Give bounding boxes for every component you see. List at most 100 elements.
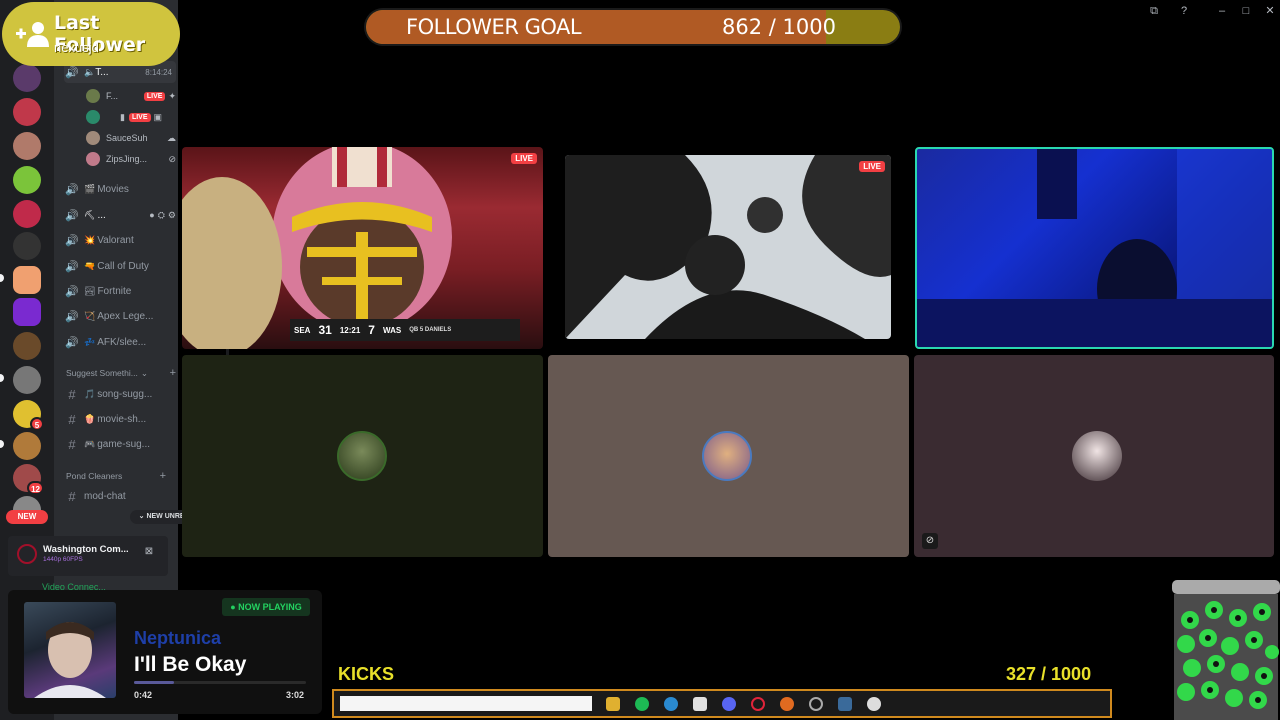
- firefox-icon[interactable]: [780, 697, 794, 711]
- voice-member[interactable]: SauceSuh ☁: [86, 128, 176, 148]
- help-icon[interactable]: ?: [1176, 4, 1192, 18]
- song-progress-fill: [134, 681, 174, 684]
- plus-icon[interactable]: +: [170, 367, 176, 379]
- status-icon: ☁: [167, 132, 176, 143]
- taskbar-search[interactable]: [340, 696, 592, 711]
- channel-label: Movies: [97, 183, 129, 195]
- discord-icon[interactable]: [722, 697, 736, 711]
- server-icon[interactable]: 5: [13, 400, 44, 431]
- voice-connected-panel: Washington Com... 1440p 60FPS ⊠: [8, 536, 168, 576]
- avatar-tile[interactable]: ⊘: [914, 355, 1274, 557]
- category-header[interactable]: Suggest Somethi... ⌄ +: [66, 365, 176, 381]
- channel-emoji: 🔈: [84, 66, 96, 77]
- category-header[interactable]: Pond Cleaners +: [66, 468, 176, 484]
- stream-tile-trees[interactable]: LIVE: [565, 155, 891, 339]
- voice-member[interactable]: ZipsJing... ⊘: [86, 149, 176, 169]
- channel-label: AFK/slee...: [97, 336, 147, 348]
- voice-channel[interactable]: 🔊 🎬 Movies: [64, 178, 176, 200]
- obs-icon[interactable]: [693, 697, 707, 711]
- unread-indicator: [0, 374, 4, 382]
- hash-icon: #: [68, 386, 76, 402]
- text-channel[interactable]: # 🎵 song-sugg...: [64, 383, 176, 405]
- server-icon[interactable]: [13, 298, 41, 326]
- spotify-icon[interactable]: [635, 697, 649, 711]
- voice-channel[interactable]: 🔊 🏹 Apex Lege...: [64, 305, 176, 327]
- server-icon[interactable]: [13, 432, 41, 460]
- server-icon[interactable]: [13, 332, 41, 360]
- channel-label: Fortnite: [97, 285, 132, 297]
- hash-icon: #: [68, 488, 76, 504]
- channel-label: Call of Duty: [97, 260, 149, 272]
- server-icon[interactable]: [13, 166, 41, 194]
- minimize-button[interactable]: –: [1214, 4, 1230, 18]
- channel-emoji: 🎵: [84, 388, 96, 399]
- app-icon[interactable]: [809, 697, 823, 711]
- avatar-tile[interactable]: [182, 355, 543, 557]
- camera-tile[interactable]: [915, 147, 1274, 349]
- unread-indicator: [0, 440, 4, 448]
- unread-badge: 12: [27, 481, 44, 495]
- opera-icon[interactable]: [751, 697, 765, 711]
- screen-share-icon[interactable]: ⧉: [1146, 4, 1162, 18]
- category-label: Suggest Somethi...: [66, 368, 138, 378]
- plus-icon[interactable]: +: [160, 470, 166, 482]
- text-channel[interactable]: # mod-chat: [64, 485, 176, 507]
- channel-label: movie-sh...: [97, 413, 147, 425]
- player-stats: QB 5 DANIELS: [409, 327, 452, 333]
- live-badge: LIVE: [859, 161, 885, 172]
- edge-icon[interactable]: [664, 697, 678, 711]
- avatar: [86, 152, 100, 166]
- add-user-icon: [16, 22, 49, 47]
- invite-icon[interactable]: ⛭: [158, 210, 165, 221]
- channel-label: ...: [97, 209, 106, 221]
- voice-channel[interactable]: 🔊 🏞 Fortnite: [64, 280, 176, 302]
- server-icon[interactable]: [13, 232, 41, 260]
- status-icon: ✦: [168, 90, 176, 101]
- server-icon[interactable]: [13, 132, 41, 160]
- call-timer: 8:14:24: [145, 67, 172, 77]
- voice-member[interactable]: F... LIVE ✦: [86, 86, 176, 106]
- avatar: [86, 131, 100, 145]
- stream-tile-football[interactable]: LIVE SEA 31 12:21 7 WAS QB 5 DANIELS: [182, 147, 543, 349]
- avatar: [337, 431, 387, 481]
- text-channel[interactable]: # 🍿 movie-sh...: [64, 408, 176, 430]
- camera-icon: ▮: [120, 111, 125, 122]
- voice-member[interactable]: ▮ LIVE ▣: [86, 107, 176, 127]
- live-badge: LIVE: [128, 112, 151, 122]
- voice-channel[interactable]: 🔊 💥 Valorant: [64, 229, 176, 251]
- unread-indicator: [0, 274, 4, 282]
- server-icon[interactable]: [13, 366, 41, 394]
- score2: 7: [368, 323, 375, 337]
- voice-channel[interactable]: 🔊 🔫 Call of Duty: [64, 255, 176, 277]
- server-icon[interactable]: [13, 64, 41, 92]
- now-playing-widget: ● NOW PLAYING Neptunica I'll Be Okay 0:4…: [8, 590, 322, 714]
- live-badge: LIVE: [143, 91, 166, 101]
- last-follower-name: nexusjd: [54, 40, 99, 55]
- muted-icon: ⊘: [168, 153, 176, 164]
- server-icon[interactable]: 12: [13, 464, 44, 495]
- close-stream-icon[interactable]: ⊠: [142, 546, 156, 558]
- follower-goal-bar: FOLLOWER GOAL 862 / 1000: [364, 8, 902, 46]
- new-pill[interactable]: NEW: [6, 510, 48, 524]
- server-icon[interactable]: [13, 200, 41, 228]
- channel-emoji: 🏹: [84, 310, 96, 321]
- channel-emoji: 🎬: [84, 183, 96, 194]
- camera-video: [917, 149, 1272, 347]
- server-icon[interactable]: [13, 98, 41, 126]
- speaker-icon: 🔊: [65, 183, 79, 196]
- text-channel[interactable]: # 🎮 game-sug...: [64, 433, 176, 455]
- avatar-tile[interactable]: [548, 355, 909, 557]
- avatar: [702, 431, 752, 481]
- close-button[interactable]: ✕: [1262, 4, 1278, 18]
- voice-channel[interactable]: 🔊 ⛏ ... ● ⛭ ⚙: [64, 204, 176, 226]
- voice-channel[interactable]: 🔊 💤 AFK/slee...: [64, 331, 176, 353]
- chat-icon[interactable]: ●: [149, 210, 154, 220]
- channel-emoji: 💥: [84, 234, 96, 245]
- server-icon[interactable]: [13, 266, 41, 294]
- file-explorer-icon[interactable]: [606, 697, 620, 711]
- steam-icon[interactable]: [838, 697, 852, 711]
- gear-icon[interactable]: ⚙: [168, 210, 176, 221]
- settings-icon[interactable]: [867, 697, 881, 711]
- maximize-button[interactable]: □: [1238, 4, 1254, 18]
- now-playing-badge: ● NOW PLAYING: [222, 598, 310, 616]
